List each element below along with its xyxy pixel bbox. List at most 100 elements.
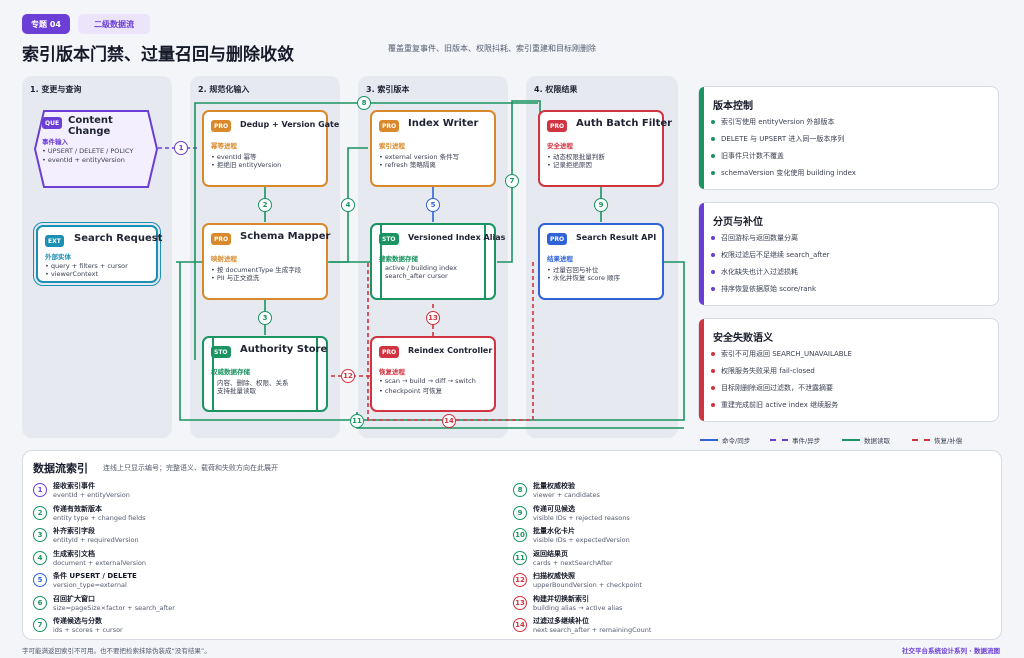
bullet-icon: [711, 270, 715, 274]
node-content-change[interactable]: QUE Content Change 事件输入 • UPSERT / DELET…: [34, 110, 158, 188]
node-badge: STO: [379, 233, 399, 245]
index-label: 批量权威校验: [533, 482, 575, 490]
level-tag: 二级数据流: [78, 14, 150, 34]
flow-bubble-14: 14: [442, 414, 456, 428]
node-line: • scan → build → diff → switch: [379, 377, 476, 385]
node-versioned-index-alias[interactable]: STO Versioned Index Alias 搜索数据存储 active …: [370, 223, 505, 300]
node-index-writer[interactable]: PRO Index Writer 索引进程 • external version…: [370, 110, 496, 187]
node-line: • 水化并恢复 score 顺序: [547, 274, 621, 282]
card-version-control: 版本控制 索引写使用 entityVersion 外部版本 DELETE 与 U…: [698, 86, 999, 190]
node-line: • refresh 策略隔离: [379, 161, 436, 169]
flow-index-panel: 数据流索引 连线上只显示编号；完整语义、载荷和失败方向在此展开 1 接收索引事件 e…: [22, 450, 1002, 640]
node-title: Search Request: [74, 233, 163, 244]
node-line: active / building index: [385, 264, 457, 272]
node-line: search_after cursor: [385, 272, 448, 280]
node-search-result-api[interactable]: PRO Search Result API 结果进程 • 过量召回与补位 • 水…: [538, 223, 664, 300]
node-reindex-controller[interactable]: PRO Reindex Controller 恢复进程 • scan → bui…: [370, 336, 496, 412]
legend-label: 事件/异步: [792, 437, 821, 445]
index-label: 过滤过多继续补位: [533, 617, 589, 625]
index-number: 12: [513, 573, 527, 587]
card-title: 安全失败语义: [713, 333, 773, 344]
panel-title: 1. 变更与查询: [30, 85, 82, 94]
card-item: 重建完成前旧 active index 继续服务: [721, 401, 839, 409]
node-subtitle: 外部实体: [45, 253, 71, 261]
index-label: 生成索引文档: [53, 549, 95, 558]
index-number: 3: [33, 528, 47, 542]
node-line: • query + filters + cursor: [45, 262, 128, 270]
bullet-icon: [711, 287, 715, 291]
index-item-9: 9 传递可见候选 visible IDs + rejected reasons: [513, 504, 953, 524]
index-detail: visible IDs + expectedVersion: [533, 536, 630, 544]
index-number: 9: [513, 505, 527, 520]
card-accent: [699, 87, 704, 189]
card-item: 索引不可用返回 SEARCH_UNAVAILABLE: [721, 350, 852, 358]
node-badge: PRO: [211, 120, 232, 132]
node-subtitle: 映射进程: [211, 255, 237, 263]
card-safe-failure: 安全失败语义 索引不可用返回 SEARCH_UNAVAILABLE 权限服务失败…: [698, 318, 999, 422]
card-item: 索引写使用 entityVersion 外部版本: [721, 118, 835, 126]
flow-bubble-7: 7: [505, 174, 519, 188]
index-item-8: 8 批量权威校验 viewer + candidates: [513, 481, 953, 501]
node-subtitle: 索引进程: [379, 142, 405, 150]
card-accent: [699, 203, 704, 305]
node-badge: EXT: [45, 235, 64, 247]
card-item: 目标刚删除返回过滤数，不泄露摘要: [721, 384, 833, 392]
node-line: • viewerContext: [45, 270, 99, 278]
legend-label: 命令/同步: [722, 437, 751, 445]
bullet-icon: [711, 154, 715, 158]
bullet-icon: [711, 171, 715, 175]
legend-label: 数据读取: [864, 437, 890, 445]
node-subtitle: 事件输入: [42, 138, 68, 146]
node-badge: STO: [211, 346, 231, 358]
index-label: 批量水化卡片: [533, 527, 575, 535]
index-detail: version_type=external: [53, 581, 127, 589]
card-paging-backfill: 分页与补位 召回游标与返回数量分离 权限过滤后不足继续 search_after…: [698, 202, 999, 306]
node-line: 支持批量读取: [217, 387, 256, 395]
node-title: Index Writer: [408, 118, 479, 129]
index-detail: visible IDs + rejected reasons: [533, 513, 630, 522]
index-label: 传递可见候选: [533, 504, 575, 513]
index-number: 5: [33, 573, 47, 587]
index-item-4: 4 生成索引文档 document + externalVersion: [33, 549, 473, 569]
card-title: 分页与补位: [713, 217, 763, 228]
node-auth-batch-filter[interactable]: PRO Auth Batch Filter 安全进程 • 动态权限批量判断 • …: [538, 110, 672, 187]
node-badge: PRO: [211, 233, 232, 245]
index-detail: entity type + changed fields: [53, 513, 146, 522]
bullet-icon: [711, 386, 715, 390]
node-dedup-version-gate[interactable]: PRO Dedup + Version Gate 幂等进程 • eventId …: [202, 110, 339, 187]
flow-bubble-12: 12: [341, 369, 355, 383]
node-search-request[interactable]: EXT Search Request 外部实体 • query + filter…: [33, 222, 162, 286]
bullet-icon: [711, 253, 715, 257]
node-line: • 记录拒绝原因: [547, 161, 592, 169]
index-item-14: 14 过滤过多继续补位 next search_after + remainingC…: [513, 616, 953, 636]
bullet-icon: [711, 403, 715, 407]
flow-bubble-2: 2: [258, 198, 272, 212]
legend-swatch: [842, 439, 860, 441]
index-number: 13: [513, 595, 527, 610]
flow-bubble-9: 9: [594, 198, 608, 212]
panel-title: 2. 规范化输入: [198, 85, 250, 94]
card-item: 权限过滤后不足继续 search_after: [721, 251, 830, 259]
index-number: 4: [33, 550, 47, 565]
bullet-icon: [711, 120, 715, 124]
node-schema-mapper[interactable]: PRO Schema Mapper 映射进程 • 按 documentType …: [202, 223, 330, 300]
node-subtitle: 恢复进程: [379, 368, 405, 376]
bullet-icon: [711, 352, 715, 356]
index-label: 接收索引事件: [53, 482, 95, 490]
node-subtitle: 安全进程: [547, 142, 573, 150]
node-title: Search Result API: [576, 233, 657, 242]
node-line: • checkpoint 可恢复: [379, 387, 443, 395]
index-detail: document + externalVersion: [53, 558, 147, 567]
card-item: DELETE 与 UPSERT 进入同一版本序列: [721, 135, 845, 143]
node-title: Reindex Controller: [408, 346, 493, 355]
index-item-6: 6 召回扩大窗口 size=pageSize×factor + search_aft…: [33, 594, 473, 614]
node-authority-store[interactable]: STO Authority Store 权威数据存储 内容、删除、权限、关系 支…: [202, 336, 328, 412]
index-note: 连线上只显示编号；完整语义、载荷和失败方向在此展开: [103, 464, 278, 472]
index-detail: ids + scores + cursor: [53, 626, 123, 634]
index-label: 条件 UPSERT / DELETE: [53, 572, 137, 580]
legend-swatch: [912, 439, 930, 441]
index-label: 补齐索引字段: [53, 527, 95, 535]
node-subtitle: 搜索数据存储: [379, 255, 418, 263]
node-badge: PRO: [379, 120, 400, 132]
index-label: 返回结果页: [533, 549, 568, 558]
